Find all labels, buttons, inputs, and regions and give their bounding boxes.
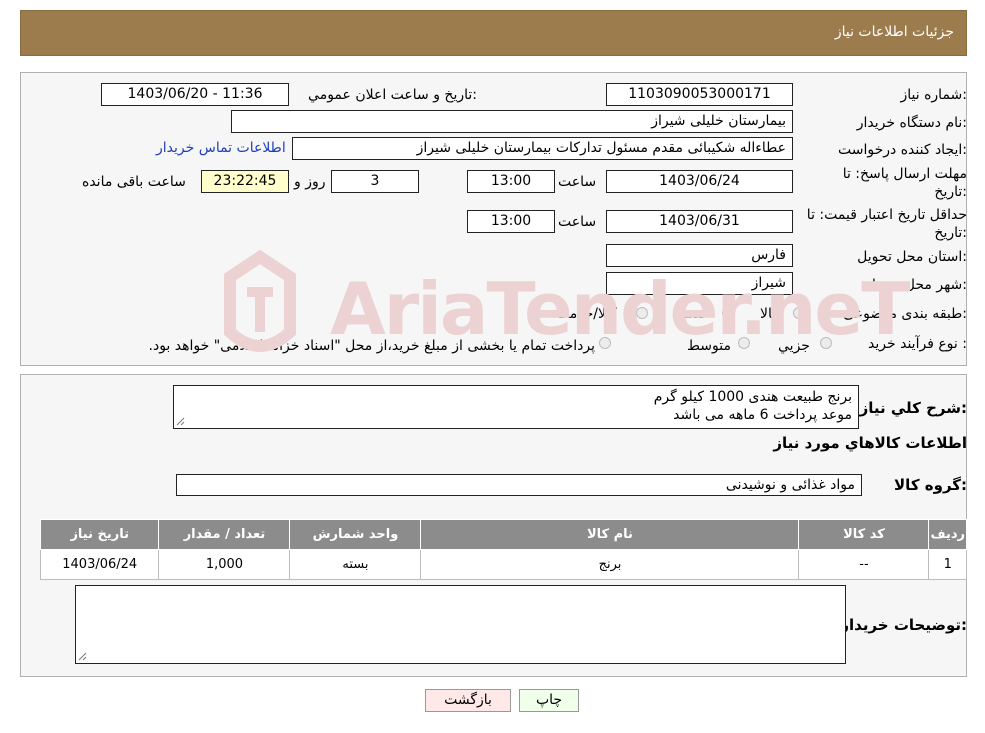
col-name: نام کالا xyxy=(420,519,800,550)
col-quantity: تعداد / مقدار xyxy=(158,519,291,550)
category-label: طبقه بندی موضوعی: xyxy=(843,306,967,322)
cell-unit: بسته xyxy=(289,549,422,580)
description-textarea[interactable]: برنج طبیعت هندی 1000 کیلو گرم موعد پرداخ… xyxy=(173,385,859,429)
province-field[interactable]: فارس xyxy=(606,244,793,267)
time-remaining-field[interactable]: 23:22:45 xyxy=(201,170,289,193)
time-remaining-label: ساعت باقی مانده xyxy=(82,174,186,190)
validity-label: حداقل تاریخ اعتبار قیمت: تا xyxy=(806,207,967,223)
description-line-1: برنج طبیعت هندی 1000 کیلو گرم xyxy=(653,389,852,405)
buyer-contact-link[interactable]: اطلاعات تماس خریدار xyxy=(156,140,286,156)
description-line-2: موعد پرداخت 6 ماهه می باشد xyxy=(673,407,852,423)
days-label: روز و xyxy=(294,174,326,190)
category-goods-radio[interactable] xyxy=(793,307,805,319)
goods-table-header: رديف کد کالا نام کالا واحد شمارش تعداد /… xyxy=(39,519,967,550)
deadline-date-field[interactable]: 1403/06/24 xyxy=(606,170,793,193)
description-label: شرح کلي نياز: xyxy=(859,399,967,417)
validity-label-date: تاریخ: xyxy=(934,225,967,241)
city-label: شهر محل تحویل: xyxy=(865,277,967,293)
validity-date-field[interactable]: 1403/06/31 xyxy=(606,210,793,233)
col-code: کد کالا xyxy=(798,519,930,550)
cell-name: برنج xyxy=(420,549,800,580)
goods-section-title: اطلاعات کالاهاي مورد نياز xyxy=(773,434,967,452)
validity-time-field[interactable]: 13:00 xyxy=(467,210,555,233)
deadline-time-label: ساعت xyxy=(558,174,597,190)
province-label: استان محل تحویل: xyxy=(857,249,967,265)
cell-quantity: 1,000 xyxy=(158,549,291,580)
need-number-label: شماره نیاز: xyxy=(900,87,967,103)
buyer-notes-textarea[interactable] xyxy=(75,585,846,664)
deadline-label-date: تاریخ: xyxy=(934,184,967,200)
goods-table: رديف کد کالا نام کالا واحد شمارش تعداد /… xyxy=(39,519,967,580)
need-number-field[interactable]: 1103090053000171 xyxy=(606,83,793,106)
category-service-label: خدمت xyxy=(672,306,710,322)
table-row: 1 -- برنج بسته 1,000 1403/06/24 xyxy=(39,549,967,580)
days-remaining-field[interactable]: 3 xyxy=(331,170,419,193)
col-unit: واحد شمارش xyxy=(289,519,422,550)
goods-group-field[interactable]: مواد غذائی و نوشیدنی xyxy=(176,474,862,496)
category-service-radio[interactable] xyxy=(722,307,734,319)
goods-group-label: گروه کالا: xyxy=(894,476,967,494)
process-label: نوع فرآیند خرید : xyxy=(868,336,967,352)
resize-grip-icon[interactable] xyxy=(176,417,185,426)
process-medium-label: متوسط xyxy=(687,338,731,354)
resize-grip-icon[interactable] xyxy=(78,652,87,661)
process-medium-radio[interactable] xyxy=(738,337,750,349)
validity-time-label: ساعت xyxy=(558,214,597,230)
treasury-payment-radio[interactable] xyxy=(599,337,611,349)
page-title: جزئیات اطلاعات نیاز xyxy=(834,24,954,40)
treasury-payment-note: پرداخت تمام یا بخشی از مبلغ خرید،از محل … xyxy=(148,338,595,354)
buyer-org-label: نام دستگاه خریدار: xyxy=(856,115,967,131)
announce-label: تاریخ و ساعت اعلان عمومي: xyxy=(308,87,477,103)
category-goods-service-radio[interactable] xyxy=(636,307,648,319)
category-goods-service-label: کالا/خدمت xyxy=(556,306,617,322)
col-date: تاريخ نياز xyxy=(39,519,160,550)
cell-code: -- xyxy=(798,549,930,580)
process-minor-label: جزیي xyxy=(778,338,810,354)
buyer-notes-label: توضیحات خریدار: xyxy=(840,616,967,634)
deadline-label: مهلت ارسال پاسخ: تا xyxy=(842,166,967,182)
category-goods-label: کالا xyxy=(760,306,779,322)
creator-field[interactable]: عطاءاله شکیبائی مقدم مسئول تدارکات بیمار… xyxy=(292,137,793,160)
deadline-time-field[interactable]: 13:00 xyxy=(467,170,555,193)
process-minor-radio[interactable] xyxy=(820,337,832,349)
col-row: رديف xyxy=(928,519,967,550)
cell-row: 1 xyxy=(928,549,967,580)
cell-date: 1403/06/24 xyxy=(39,549,160,580)
announce-field[interactable]: 1403/06/20 - 11:36 xyxy=(101,83,289,106)
page-header: جزئیات اطلاعات نیاز xyxy=(20,10,967,56)
back-button[interactable]: بازگشت xyxy=(425,689,511,712)
print-button[interactable]: چاپ xyxy=(519,689,579,712)
city-field[interactable]: شیراز xyxy=(606,272,793,295)
buyer-org-field[interactable]: بیمارستان خلیلی شیراز xyxy=(231,110,793,133)
creator-label: ایجاد کننده درخواست: xyxy=(838,142,967,158)
